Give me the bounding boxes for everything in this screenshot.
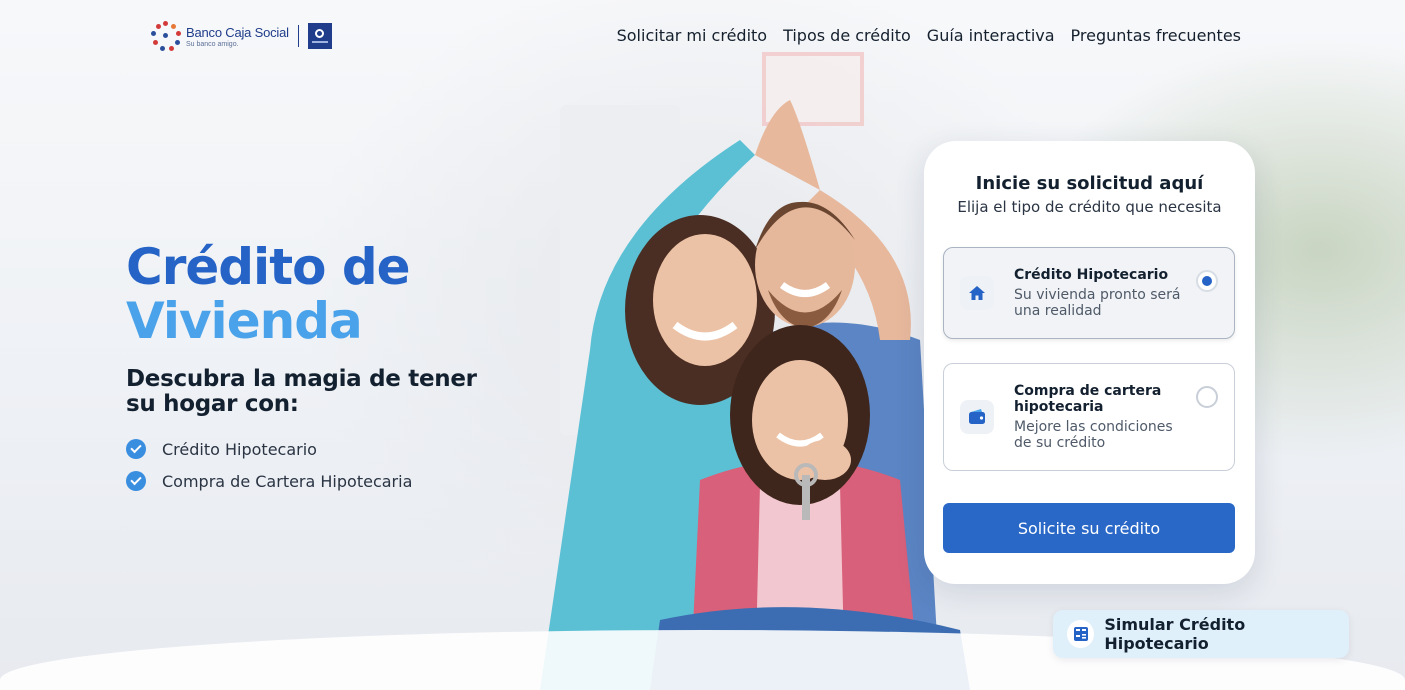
option-title: Compra de cartera hipotecaria (1014, 383, 1162, 415)
check-icon (126, 471, 146, 491)
simulator-label: Simular Crédito Hipotecario (1104, 615, 1246, 653)
feature-label: Compra de Cartera Hipotecaria (162, 471, 413, 491)
wallet-icon (960, 400, 994, 434)
feature-item: Crédito Hipotecario (126, 433, 412, 465)
option-description: Su vivienda pronto será una realidad (1014, 287, 1181, 319)
logo-divider (297, 25, 299, 47)
nav-tipos[interactable]: Tipos de crédito (783, 26, 911, 45)
feature-list: Crédito Hipotecario Compra de Cartera Hi… (126, 433, 412, 497)
option-radio-selected[interactable] (1196, 270, 1218, 292)
feature-item: Compra de Cartera Hipotecaria (126, 465, 412, 497)
option-description: Mejore las condiciones de su crédito (1014, 419, 1173, 451)
submit-credit-button[interactable]: Solicite su crédito (943, 503, 1235, 553)
option-radio[interactable] (1196, 386, 1218, 408)
hero-title-line1: Crédito de (126, 238, 411, 296)
brand-tagline: Su banco amigo. (186, 40, 239, 48)
hero-subtitle: Descubra la magia de tener su hogar con: (126, 366, 477, 417)
nav-solicitar[interactable]: Solicitar mi crédito (617, 26, 767, 45)
brand-logo[interactable]: Banco Caja Social Su banco amigo. (150, 20, 332, 52)
hero-title-line2: Vivienda (126, 292, 363, 350)
main-nav: Solicitar mi crédito Tipos de crédito Gu… (617, 26, 1241, 45)
calculator-icon (1067, 620, 1095, 648)
option-credito-hipotecario[interactable]: Crédito Hipotecario Su vivienda pronto s… (943, 247, 1235, 339)
house-icon (960, 276, 994, 310)
site-header: Banco Caja Social Su banco amigo. Solici… (0, 0, 1405, 72)
check-icon (126, 439, 146, 459)
card-title: Inicie su solicitud aquí (975, 173, 1204, 194)
option-compra-cartera[interactable]: Compra de cartera hipotecaria Mejore las… (943, 363, 1235, 471)
simulator-button[interactable]: Simular Crédito Hipotecario (1053, 610, 1349, 658)
nav-preguntas[interactable]: Preguntas frecuentes (1071, 26, 1241, 45)
feature-label: Crédito Hipotecario (162, 439, 317, 459)
credit-application-card: Inicie su solicitud aquí Elija el tipo d… (924, 141, 1255, 584)
card-subtitle: Elija el tipo de crédito que necesita (957, 198, 1222, 216)
foundation-badge-icon (307, 23, 332, 49)
hero-title: Crédito de Vivienda (126, 238, 411, 350)
brand-name: Banco Caja Social (186, 24, 289, 40)
logo-dots-icon (150, 20, 182, 52)
nav-guia[interactable]: Guía interactiva (927, 26, 1055, 45)
option-title: Crédito Hipotecario (1014, 267, 1169, 283)
